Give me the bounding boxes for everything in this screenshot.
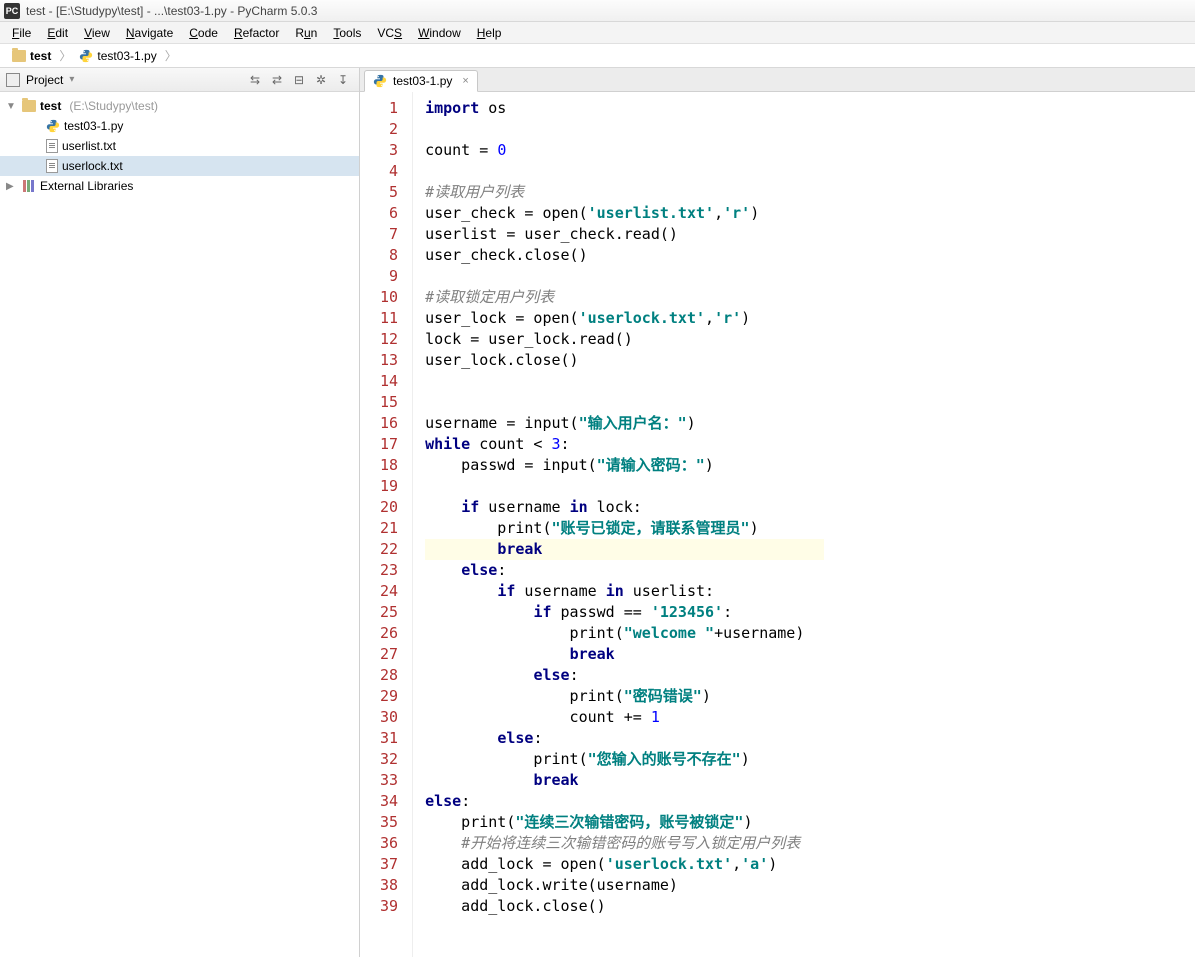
editor-tab[interactable]: test03-1.py ×	[364, 70, 478, 92]
tree-root[interactable]: ▼ test (E:\Studypy\test)	[0, 96, 359, 116]
menu-help[interactable]: Help	[469, 24, 510, 42]
autoscroll-to-source-icon[interactable]: ⇆	[245, 71, 265, 89]
folder-icon	[22, 100, 36, 112]
text-file-icon	[46, 159, 58, 173]
settings-gear-icon[interactable]: ✲	[311, 71, 331, 89]
python-file-icon	[46, 119, 60, 133]
titlebar: PC test - [E:\Studypy\test] - ...\test03…	[0, 0, 1195, 22]
chevron-right-icon[interactable]: ▶	[6, 181, 18, 192]
project-tool-header: Project▾ ⇆ ⇄ ⊟ ✲ ↧	[0, 68, 359, 92]
window-title: test - [E:\Studypy\test] - ...\test03-1.…	[26, 4, 1191, 18]
close-icon[interactable]: ×	[462, 75, 468, 87]
tree-file-name: userlock.txt	[62, 159, 123, 173]
breadcrumb-sep: 〉	[59, 47, 71, 64]
menu-edit[interactable]: Edit	[39, 24, 76, 42]
line-gutter: 1234567891011121314151617181920212223242…	[360, 92, 413, 957]
tree-external-libraries[interactable]: ▶ External Libraries	[0, 176, 359, 196]
tree-file-name: test03-1.py	[64, 119, 123, 133]
menu-code[interactable]: Code	[181, 24, 226, 42]
tree-file-txt2[interactable]: userlock.txt	[0, 156, 359, 176]
tree-file-name: userlist.txt	[62, 139, 116, 153]
breadcrumb-file[interactable]: test03-1.py	[75, 47, 160, 65]
menu-file[interactable]: File	[4, 24, 39, 42]
menu-navigate[interactable]: Navigate	[118, 24, 181, 42]
menu-vcs[interactable]: VCS	[369, 24, 410, 42]
libraries-icon	[22, 180, 36, 192]
tree-external-label: External Libraries	[40, 179, 133, 193]
folder-icon	[12, 50, 26, 62]
autoscroll-from-source-icon[interactable]: ⇄	[267, 71, 287, 89]
project-sidebar: Project▾ ⇆ ⇄ ⊟ ✲ ↧ ▼ test (E:\Studypy\te…	[0, 68, 360, 957]
project-header-label: Project▾	[26, 73, 74, 87]
tree-root-path: (E:\Studypy\test)	[69, 99, 158, 113]
editor-area: test03-1.py × 12345678910111213141516171…	[360, 68, 1195, 957]
python-file-icon	[373, 74, 387, 88]
tree-root-name: test	[40, 99, 61, 113]
text-file-icon	[46, 139, 58, 153]
code-editor[interactable]: 1234567891011121314151617181920212223242…	[360, 92, 1195, 957]
breadcrumb-file-label: test03-1.py	[97, 49, 156, 63]
menu-view[interactable]: View	[76, 24, 118, 42]
project-header-icon	[6, 73, 20, 87]
tree-file-txt1[interactable]: userlist.txt	[0, 136, 359, 156]
menubar: File Edit View Navigate Code Refactor Ru…	[0, 22, 1195, 44]
editor-tabbar: test03-1.py ×	[360, 68, 1195, 92]
tree-file-py[interactable]: test03-1.py	[0, 116, 359, 136]
editor-tab-label: test03-1.py	[393, 74, 452, 88]
app-icon: PC	[4, 3, 20, 19]
breadcrumb-sep2: 〉	[165, 47, 177, 64]
breadcrumb: test 〉 test03-1.py 〉	[0, 44, 1195, 68]
menu-refactor[interactable]: Refactor	[226, 24, 287, 42]
menu-run[interactable]: Run	[287, 24, 325, 42]
collapse-all-icon[interactable]: ⊟	[289, 71, 309, 89]
breadcrumb-root[interactable]: test	[8, 47, 55, 65]
project-tree: ▼ test (E:\Studypy\test) test03-1.py use…	[0, 92, 359, 200]
code-content[interactable]: import os count = 0 #读取用户列表user_check = …	[413, 92, 824, 957]
hide-tool-icon[interactable]: ↧	[333, 71, 353, 89]
menu-window[interactable]: Window	[410, 24, 469, 42]
menu-tools[interactable]: Tools	[325, 24, 369, 42]
chevron-down-icon[interactable]: ▼	[6, 101, 18, 112]
breadcrumb-root-label: test	[30, 49, 51, 63]
python-file-icon	[79, 49, 93, 63]
